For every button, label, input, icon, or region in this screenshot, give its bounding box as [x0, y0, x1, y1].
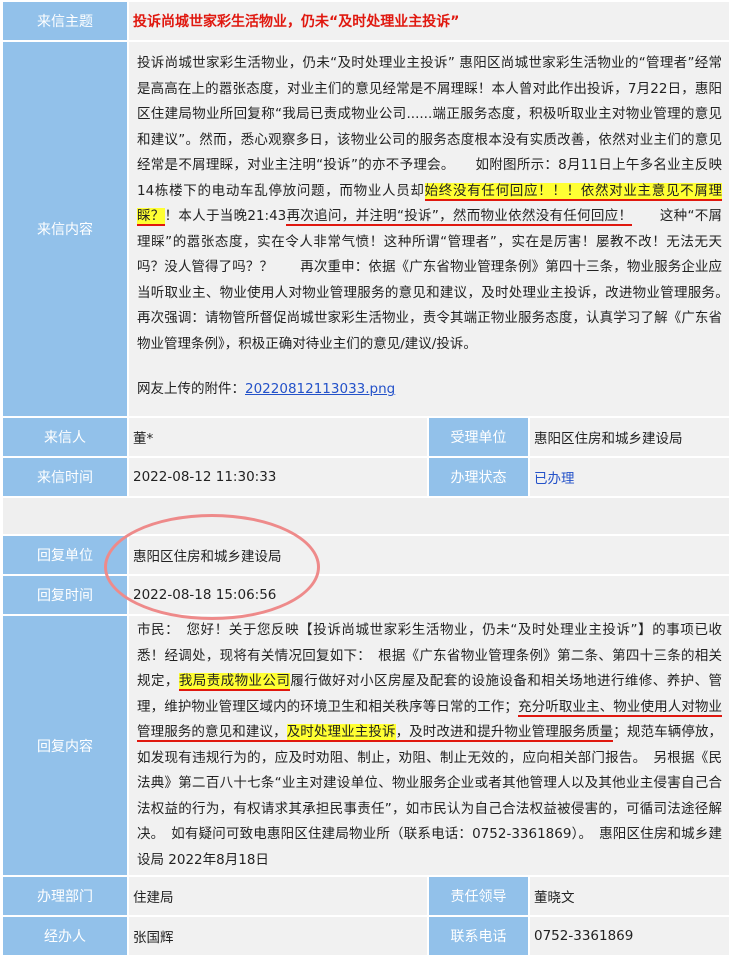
content-row: 来信内容 投诉尚城世家彩生活物业，仍未“及时处理业主投诉” 惠阳区尚城世家彩生活… — [3, 42, 729, 416]
subject-value: 投诉尚城世家彩生活物业，仍未“及时处理业主投诉” — [133, 14, 460, 30]
reply-unit-label: 回复单位 — [3, 536, 127, 574]
sender-value: 董* — [129, 418, 427, 456]
reply-unit-value: 惠阳区住房和城乡建设局 — [129, 536, 729, 574]
letter-text: ！本人于当晚21:43 — [164, 208, 287, 225]
section-divider — [3, 498, 729, 534]
handler-value: 张国辉 — [129, 917, 427, 955]
handler-row: 经办人 张国辉 联系电话 0752-3361869 — [3, 917, 729, 955]
reply-time-label: 回复时间 — [3, 576, 127, 614]
reply-time-value: 2022-08-18 15:06:56 — [129, 576, 729, 614]
letter-text: 这种“不屑理睬”的嚣张态度，实在令人非常气愤！这种所谓“管理者”，实在是厉害！屡… — [137, 208, 729, 352]
leader-label: 责任领导 — [429, 877, 528, 915]
letter-underline: 并注明“投诉”，然而物业依然没有任何回应！ — [355, 208, 633, 227]
time-row: 来信时间 2022-08-12 11:30:33 办理状态 已办理 — [3, 458, 729, 496]
reply-content: 市民： 您好！关于您反映【投诉尚城世家彩生活物业，仍未“及时处理业主投诉”】的事… — [133, 616, 726, 875]
reply-underline: ，及时改进和提升物业管理服务质量 — [395, 724, 614, 742]
letter-text: 投诉尚城世家彩生活物业，仍未“及时处理业主投诉” 惠阳区尚城世家彩生活物业的“管… — [137, 55, 723, 199]
phone-value: 0752-3361869 — [530, 917, 729, 955]
attachment-label: 网友上传的附件： — [137, 381, 245, 398]
received-unit-label: 受理单位 — [429, 418, 528, 456]
reply-unit-row: 回复单位 惠阳区住房和城乡建设局 — [3, 536, 729, 574]
subject-row: 来信主题 投诉尚城世家彩生活物业，仍未“及时处理业主投诉” — [3, 2, 729, 40]
petition-table: 来信主题 投诉尚城世家彩生活物业，仍未“及时处理业主投诉” 来信内容 投诉尚城世… — [1, 0, 729, 957]
dept-row: 办理部门 住建局 责任领导 董晓文 — [3, 877, 729, 915]
attachment-line: 网友上传的附件：20220812113033.png — [137, 377, 722, 403]
reply-content-row: 回复内容 市民： 您好！关于您反映【投诉尚城世家彩生活物业，仍未“及时处理业主投… — [3, 616, 729, 875]
content-label: 来信内容 — [3, 42, 127, 416]
letter-time-label: 来信时间 — [3, 458, 127, 496]
handler-label: 经办人 — [3, 917, 127, 955]
letter-time-value: 2022-08-12 11:30:33 — [129, 458, 427, 496]
attachment-link[interactable]: 20220812113033.png — [245, 381, 395, 397]
phone-label: 联系电话 — [429, 917, 528, 955]
reply-content-label: 回复内容 — [3, 616, 127, 875]
sender-label: 来信人 — [3, 418, 127, 456]
dept-label: 办理部门 — [3, 877, 127, 915]
reply-time-row: 回复时间 2022-08-18 15:06:56 — [3, 576, 729, 614]
dept-value: 住建局 — [129, 877, 427, 915]
subject-label: 来信主题 — [3, 2, 127, 40]
status-label: 办理状态 — [429, 458, 528, 496]
reply-highlight: 我局责成物业公司 — [178, 673, 291, 691]
letter-content: 投诉尚城世家彩生活物业，仍未“及时处理业主投诉” 惠阳区尚城世家彩生活物业的“管… — [133, 49, 729, 409]
received-unit-value: 惠阳区住房和城乡建设局 — [530, 418, 729, 456]
reply-text: ；规范车辆停放，如发现有违规行为的，应及时劝阻、制止，劝阻、制止无效的，应向相关… — [137, 724, 723, 868]
status-value[interactable]: 已办理 — [534, 471, 575, 487]
reply-highlight: 及时处理业主投诉 — [286, 724, 396, 742]
sender-row: 来信人 董* 受理单位 惠阳区住房和城乡建设局 — [3, 418, 729, 456]
leader-value: 董晓文 — [530, 877, 729, 915]
letter-underline: 再次追问， — [286, 208, 356, 227]
